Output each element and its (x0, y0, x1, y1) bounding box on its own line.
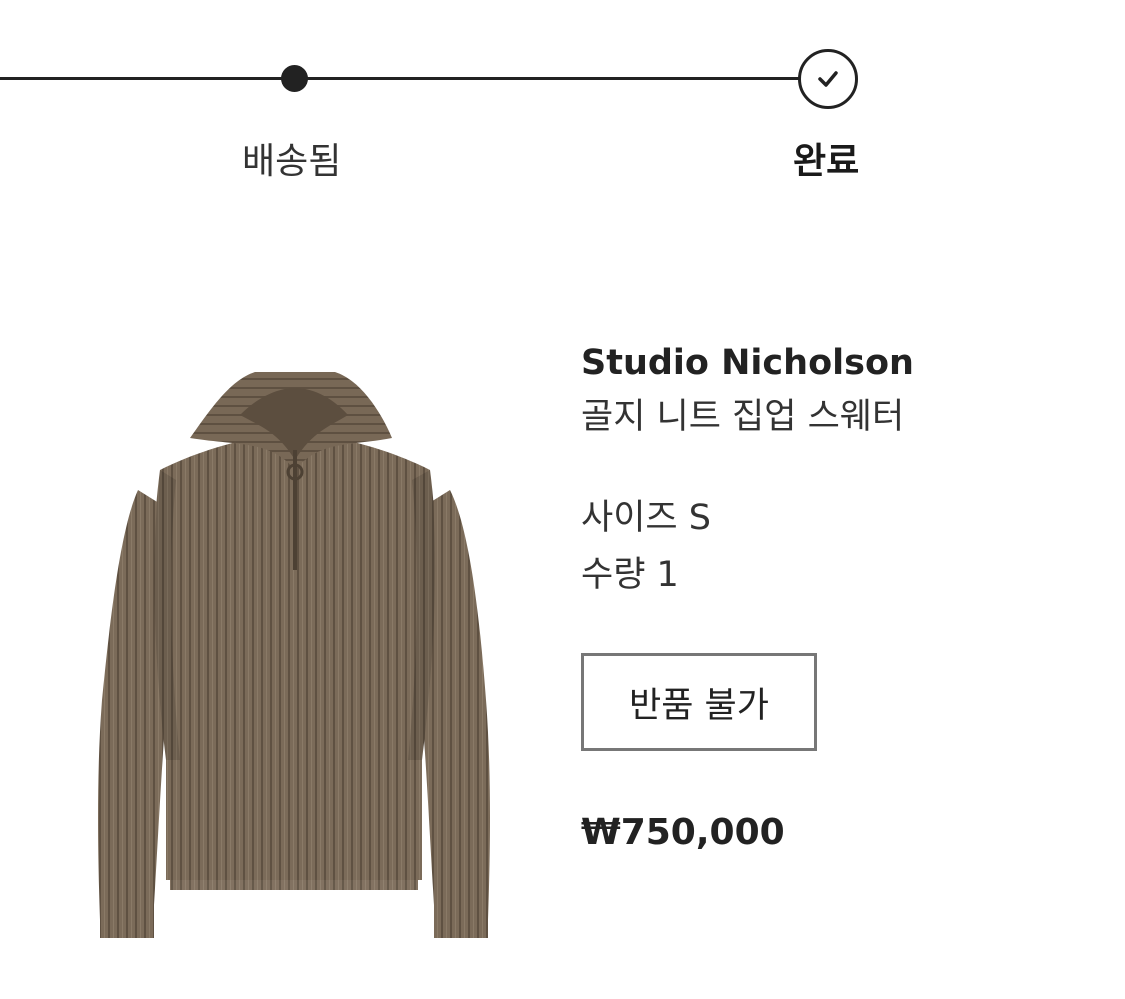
progress-track-line (0, 77, 800, 80)
quantity-value: 1 (656, 555, 679, 595)
step-label-shipped: 배송됨 (242, 141, 342, 182)
product-name[interactable]: 골지 니트 집업 스웨터 (581, 394, 1101, 440)
return-status-badge: 반품 불가 (581, 653, 817, 751)
filled-dot-icon (281, 65, 308, 92)
product-info: Studio Nicholson 골지 니트 집업 스웨터 사이즈 S 수량 1… (581, 340, 1101, 853)
product-brand[interactable]: Studio Nicholson (581, 340, 1101, 386)
step-label-completed: 완료 (793, 141, 860, 182)
quantity-row: 수량 1 (581, 552, 1101, 609)
size-label: 사이즈 (581, 498, 678, 538)
size-value: S (688, 498, 711, 538)
sweater-image (98, 372, 490, 938)
checkmark-icon (818, 71, 838, 87)
product-price: ₩750,000 (581, 812, 785, 853)
product-options: 사이즈 S 수량 1 (581, 495, 1101, 609)
quantity-label: 수량 (581, 555, 646, 595)
check-circle-icon (798, 49, 858, 109)
product-image[interactable] (90, 360, 500, 950)
size-row: 사이즈 S (581, 495, 1101, 552)
